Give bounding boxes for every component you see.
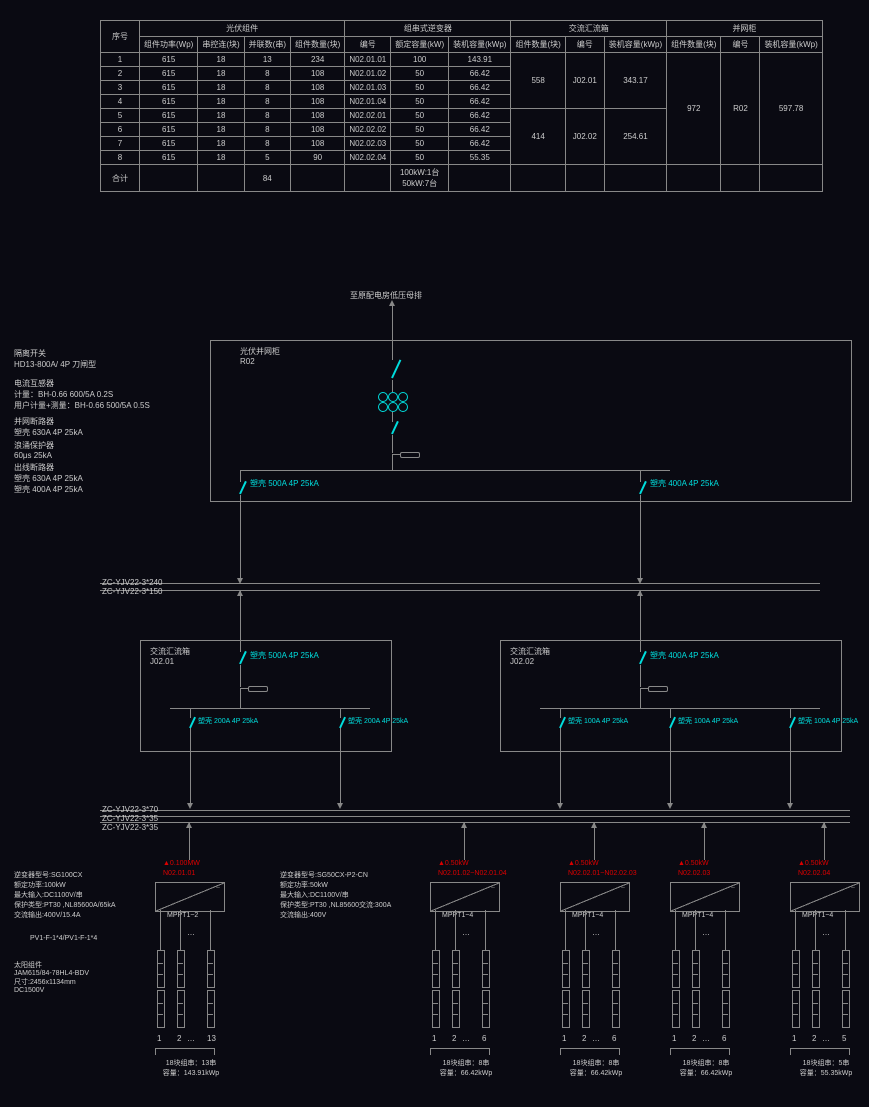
pv-string-icon [722,950,730,988]
inverter-icon: ~ [155,882,225,912]
pv-string-icon [482,950,490,988]
pv-string-icon [452,950,460,988]
inv-tag: ▲0.50kW [678,860,709,867]
cable-1-label: ZC-YJV22-3*240 ZC-YJV22-3*150 [102,578,162,596]
pv-string-icon [612,950,620,988]
inverter-icon: ~ [430,882,500,912]
pv-string-icon [157,950,165,988]
grp-pv: 光伏组件 [140,21,345,37]
inv-tag: ▲0.50kW [438,860,469,867]
busbar-label: 至原配电房低压母排 [350,290,422,301]
brace-icon [670,1048,730,1055]
note-breaker: 并网断路器 塑壳 630A 4P 25kA [14,416,83,438]
spd-icon [400,452,420,458]
inv-code: N02.01.02~N02.01.04 [438,870,507,877]
inv-summary: 18块组串：5串 容量：55.35kWp [786,1058,866,1078]
pv-cable-label: PV1-F-1*4/PV1-F-1*4 [30,935,97,942]
inv-code: N02.01.01 [163,870,195,877]
module-notes: 太阳组件 JAM615/84-78HL4-BDV 尺寸:2456x1134mm … [14,960,89,994]
breaker-1-label: 塑壳 500A 4P 25kA [250,478,319,489]
col-seq: 序号 [101,21,140,53]
pv-string-icon [207,950,215,988]
pv-string-icon [177,950,185,988]
main-busbar [240,470,670,471]
inv-summary: 18块组串：8串 容量：66.42kWp [666,1058,746,1078]
pv-string-icon [562,950,570,988]
inverter-icon: ~ [670,882,740,912]
grp-jbox: 交流汇流箱 [511,21,667,37]
inv-summary: 18块组串：8串 容量：66.42kWp [426,1058,506,1078]
inverter-icon: ~ [790,882,860,912]
jbox-2-title: 交流汇流箱 J02.02 [510,646,550,666]
brace-icon [430,1048,490,1055]
pv-string-icon [842,950,850,988]
inv-code: N02.02.04 [798,870,830,877]
jbox-1-title: 交流汇流箱 J02.01 [150,646,190,666]
pv-string-icon [812,950,820,988]
ct-icon [378,392,388,402]
inv-tag: ▲0.100MW [163,860,200,867]
inv-code: N02.02.03 [678,870,710,877]
note-isolator: 隔离开关 HD13-800A/ 4P 刀闸型 [14,348,96,370]
inv-tag: ▲0.50kW [798,860,829,867]
grp-inv: 组串式逆变器 [345,21,511,37]
pv-string-icon [692,950,700,988]
note-spd: 浪涌保护器 60μs 25kA [14,440,54,460]
inv-code: N02.02.01~N02.02.03 [568,870,637,877]
grid-cabinet-title: 光伏并网柜 R02 [240,346,280,366]
brace-icon [155,1048,215,1055]
pv-string-icon [582,950,590,988]
pv-string-icon [672,950,680,988]
note-ct: 电流互感器 计量：BH-0.66 600/5A 0.2S 用户计量+测量：BH-… [14,378,150,411]
inverter-icon: ~ [560,882,630,912]
breaker-2-label: 塑壳 400A 4P 25kA [650,478,719,489]
cable-2-label: ZC-YJV22-3*70 ZC-YJV22-3*35 ZC-YJV22-3*3… [102,805,158,832]
arrow-up-icon [389,300,395,306]
grp-grid: 并网柜 [667,21,823,37]
pv-string-icon [432,950,440,988]
pv-string-icon [792,950,800,988]
inverter-notes-2: 逆变器型号:SG50CX-P2-CN 额定功率:50kW 最大输入:DC1100… [280,870,391,920]
note-outgoing: 出线断路器 塑壳 630A 4P 25kA 塑壳 400A 4P 25kA [14,462,83,495]
inv-summary: 18块组串：13串 容量：143.91kWp [151,1058,231,1078]
brace-icon [790,1048,850,1055]
inv-summary: 18块组串：8串 容量：66.42kWp [556,1058,636,1078]
brace-icon [560,1048,620,1055]
inv-tag: ▲0.50kW [568,860,599,867]
spec-table: 序号 光伏组件 组串式逆变器 交流汇流箱 并网柜 组件功率(Wp)串控连(块)并… [100,20,823,192]
inverter-notes-1: 逆变器型号:SG100CX 额定功率:100kW 最大输入:DC1100V/串 … [14,870,116,920]
